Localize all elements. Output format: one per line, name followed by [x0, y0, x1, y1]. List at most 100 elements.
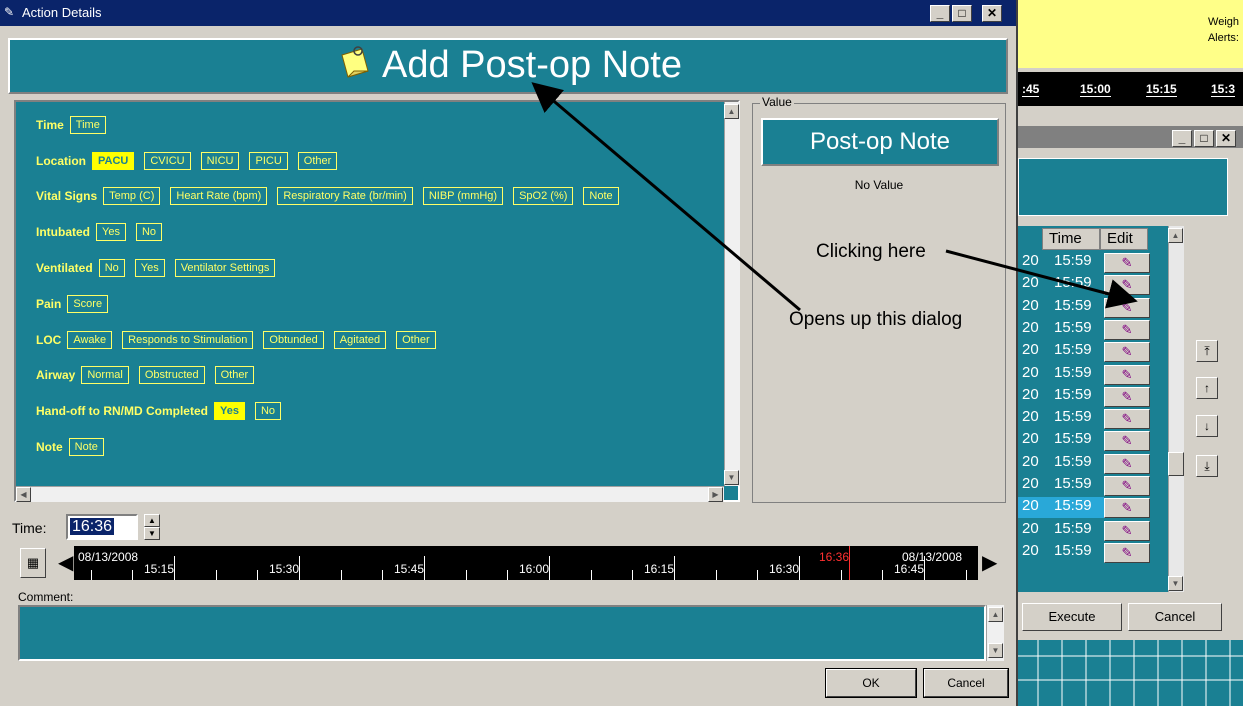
- scroll-up-icon[interactable]: ▲: [724, 104, 739, 119]
- table-row-prefix[interactable]: 20: [1022, 453, 1039, 475]
- table-row-prefix[interactable]: 20: [1022, 497, 1039, 519]
- form-option-button[interactable]: CVICU: [144, 152, 191, 170]
- table-row-prefix[interactable]: 20: [1022, 364, 1039, 386]
- timeline-prev-icon[interactable]: ◀: [58, 550, 73, 575]
- table-row-prefix[interactable]: 20: [1022, 341, 1039, 363]
- move-up-icon[interactable]: ↑: [1196, 377, 1218, 399]
- form-option-button[interactable]: PICU: [249, 152, 288, 170]
- form-option-button[interactable]: Awake: [67, 331, 113, 349]
- form-option-button[interactable]: Temp (C): [103, 187, 161, 205]
- table-row-prefix[interactable]: 20: [1022, 430, 1039, 452]
- sub-close-button[interactable]: ✕: [1216, 130, 1236, 147]
- time-input[interactable]: 16:36: [66, 514, 138, 540]
- form-option-button[interactable]: Obtunded: [263, 331, 324, 349]
- form-option-button[interactable]: Yes: [134, 259, 165, 277]
- form-option-button[interactable]: Other: [396, 331, 436, 349]
- edit-icon[interactable]: ✎: [1104, 275, 1150, 296]
- sub-maximize-button[interactable]: □: [1194, 130, 1214, 147]
- list-scrollbar[interactable]: [1168, 226, 1184, 592]
- scroll-thumb[interactable]: [1168, 452, 1184, 476]
- edit-column-header[interactable]: Edit: [1100, 228, 1148, 250]
- edit-icon[interactable]: ✎: [1104, 409, 1150, 430]
- form-option-button[interactable]: No: [254, 402, 282, 420]
- form-option-button[interactable]: Responds to Stimulation: [122, 331, 254, 349]
- edit-icon[interactable]: ✎: [1104, 319, 1150, 340]
- edit-icon[interactable]: ✎: [1104, 253, 1150, 273]
- form-option-button[interactable]: Note: [583, 187, 619, 205]
- form-option-button[interactable]: Heart Rate (bpm): [170, 187, 268, 205]
- comment-textarea[interactable]: [18, 605, 986, 661]
- form-option-button[interactable]: Normal: [81, 366, 129, 384]
- table-row-prefix[interactable]: 20: [1022, 319, 1039, 341]
- form-option-button[interactable]: PACU: [92, 152, 135, 170]
- table-row-time[interactable]: 15:59: [1054, 475, 1092, 497]
- time-value[interactable]: 16:36: [70, 518, 115, 535]
- form-vertical-scrollbar[interactable]: [724, 102, 740, 486]
- timeline-next-icon[interactable]: ▶: [982, 550, 997, 575]
- table-row-time[interactable]: 15:59: [1054, 364, 1092, 386]
- form-option-button[interactable]: Respiratory Rate (br/min): [277, 187, 413, 205]
- cancel-button[interactable]: Cancel: [923, 668, 1009, 698]
- scroll-up-icon[interactable]: ▲: [988, 607, 1003, 622]
- form-option-button[interactable]: Yes: [96, 223, 126, 241]
- move-bottom-icon[interactable]: ⤓: [1196, 455, 1218, 477]
- edit-icon[interactable]: ✎: [1104, 364, 1150, 385]
- edit-icon[interactable]: ✎: [1104, 342, 1150, 363]
- execute-button[interactable]: Execute: [1022, 603, 1122, 631]
- time-spin-down-icon[interactable]: ▼: [144, 527, 160, 540]
- calendar-icon[interactable]: ▦: [20, 548, 46, 578]
- scroll-down-icon[interactable]: ▼: [1168, 576, 1183, 591]
- edit-icon[interactable]: ✎: [1104, 542, 1150, 563]
- scroll-down-icon[interactable]: ▼: [724, 470, 739, 485]
- table-row-time[interactable]: 15:59: [1054, 520, 1092, 542]
- ok-button[interactable]: OK: [825, 668, 917, 698]
- form-option-button[interactable]: SpO2 (%): [513, 187, 574, 205]
- scroll-down-icon[interactable]: ▼: [988, 643, 1003, 658]
- form-option-button[interactable]: Ventilator Settings: [174, 259, 276, 277]
- bg-cancel-button[interactable]: Cancel: [1128, 603, 1222, 631]
- move-down-icon[interactable]: ↓: [1196, 415, 1218, 437]
- table-row-time[interactable]: 15:59: [1054, 341, 1092, 363]
- table-row-prefix[interactable]: 20: [1022, 274, 1039, 296]
- table-row-time[interactable]: 15:59: [1054, 542, 1092, 564]
- form-option-button[interactable]: Other: [214, 366, 255, 384]
- table-row-prefix[interactable]: 20: [1022, 408, 1039, 430]
- table-row-prefix[interactable]: 20: [1022, 252, 1039, 274]
- edit-icon[interactable]: ✎: [1104, 297, 1150, 318]
- table-row-time[interactable]: 15:59: [1054, 319, 1092, 341]
- table-row-time[interactable]: 15:59: [1054, 252, 1092, 274]
- close-button[interactable]: ✕: [982, 5, 1002, 22]
- edit-icon[interactable]: ✎: [1104, 476, 1150, 496]
- table-row-prefix[interactable]: 20: [1022, 297, 1039, 319]
- table-row-prefix[interactable]: 20: [1022, 520, 1039, 542]
- minimize-button[interactable]: _: [930, 5, 950, 22]
- table-row-time[interactable]: 15:59: [1054, 408, 1092, 430]
- form-horizontal-scrollbar[interactable]: [16, 486, 724, 502]
- form-option-button[interactable]: NIBP (mmHg): [422, 187, 504, 205]
- form-option-button[interactable]: Time: [69, 116, 106, 134]
- edit-icon[interactable]: ✎: [1104, 453, 1150, 474]
- table-row-prefix[interactable]: 20: [1022, 475, 1039, 497]
- table-row-time[interactable]: 15:59: [1054, 430, 1092, 452]
- maximize-button[interactable]: □: [952, 5, 972, 22]
- form-option-button[interactable]: Agitated: [333, 331, 387, 349]
- form-option-button[interactable]: NICU: [200, 152, 240, 170]
- form-option-button[interactable]: Other: [297, 152, 338, 170]
- sub-minimize-button[interactable]: _: [1172, 130, 1192, 147]
- form-option-button[interactable]: Note: [68, 438, 104, 456]
- form-option-button[interactable]: No: [98, 259, 125, 277]
- scroll-up-icon[interactable]: ▲: [1168, 228, 1183, 243]
- form-option-button[interactable]: Yes: [213, 402, 245, 420]
- scroll-left-icon[interactable]: ◀: [16, 487, 31, 502]
- edit-icon[interactable]: ✎: [1104, 431, 1150, 452]
- table-row-prefix[interactable]: 20: [1022, 386, 1039, 408]
- table-row-time[interactable]: 15:59: [1054, 386, 1092, 408]
- edit-icon[interactable]: ✎: [1104, 386, 1150, 407]
- table-row-time[interactable]: 15:59: [1054, 453, 1092, 475]
- table-row-time[interactable]: 15:59: [1054, 297, 1092, 319]
- time-column-header[interactable]: Time: [1042, 228, 1100, 250]
- edit-icon[interactable]: ✎: [1104, 498, 1150, 519]
- dialog-titlebar[interactable]: [0, 0, 1016, 26]
- form-option-button[interactable]: Obstructed: [138, 366, 205, 384]
- table-row-prefix[interactable]: 20: [1022, 542, 1039, 564]
